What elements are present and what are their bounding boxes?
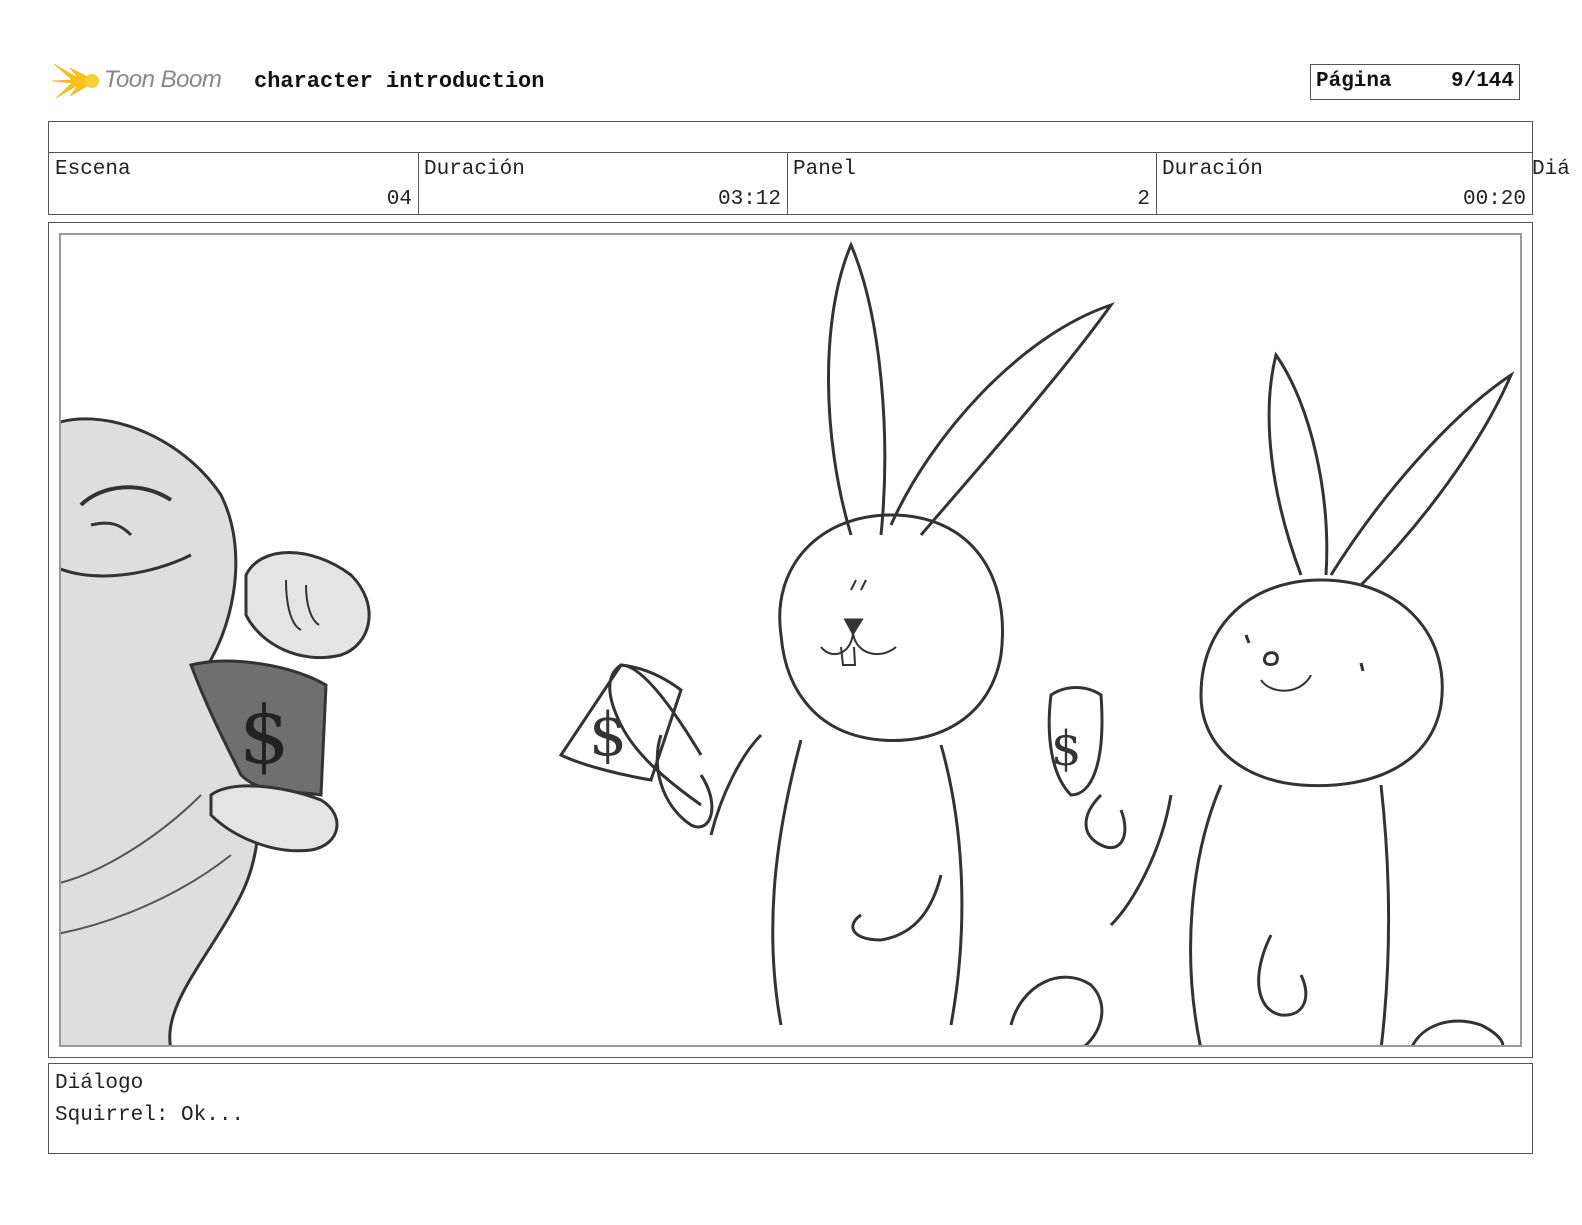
- squirrel-money-symbol: $: [239, 689, 290, 782]
- dialog-text: Squirrel: Ok...: [55, 1104, 245, 1127]
- dialog-column-label-clipped: Diá: [1532, 158, 1570, 181]
- document-title: character introduction: [254, 69, 545, 94]
- dialog-label: Diálogo: [55, 1072, 144, 1095]
- panel-cell: Panel 2: [787, 152, 1157, 214]
- panel-duration-cell: Duración 00:20: [1156, 152, 1533, 214]
- bunny-left-money-symbol: $: [589, 700, 627, 770]
- scene-duration-value: 03:12: [717, 188, 781, 211]
- scene-label: Escena: [55, 158, 131, 181]
- scene-cell: Escena 04: [49, 152, 419, 214]
- logo-wordmark: Toon Boom: [104, 66, 222, 93]
- bunny-left-sketch: $: [558, 241, 1115, 1045]
- squirrel-sketch: $: [61, 417, 371, 1045]
- page-label: Página: [1316, 70, 1392, 93]
- panel-image-area: $ $ $: [59, 233, 1522, 1047]
- star-burst-icon: [51, 63, 99, 99]
- toon-boom-logo: Toon Boom: [51, 56, 242, 106]
- scene-info-row: Escena 04 Duración 03:12 Panel 2 Duració…: [48, 152, 1533, 215]
- page-header: Toon Boom character introduction Página …: [51, 56, 1532, 106]
- page-indicator: Página 9/144: [1310, 64, 1520, 100]
- panel-value: 2: [1137, 188, 1150, 211]
- panel-duration-label: Duración: [1162, 158, 1263, 181]
- bunny-right-money-symbol: $: [1051, 721, 1082, 777]
- dialog-box: Diálogo Squirrel: Ok...: [48, 1063, 1533, 1154]
- scene-value: 04: [386, 188, 412, 211]
- scene-duration-label: Duración: [424, 158, 525, 181]
- panel-label: Panel: [793, 158, 857, 181]
- scene-duration-cell: Duración 03:12: [418, 152, 788, 214]
- panel-sketch: $ $ $: [61, 241, 1515, 1045]
- page-number: 9/144: [1450, 70, 1514, 93]
- storyboard-panel: $ $ $: [48, 222, 1533, 1058]
- panel-duration-value: 00:20: [1462, 188, 1526, 211]
- blank-header-row: [48, 121, 1533, 153]
- bunny-right-sketch: $: [1047, 351, 1515, 1045]
